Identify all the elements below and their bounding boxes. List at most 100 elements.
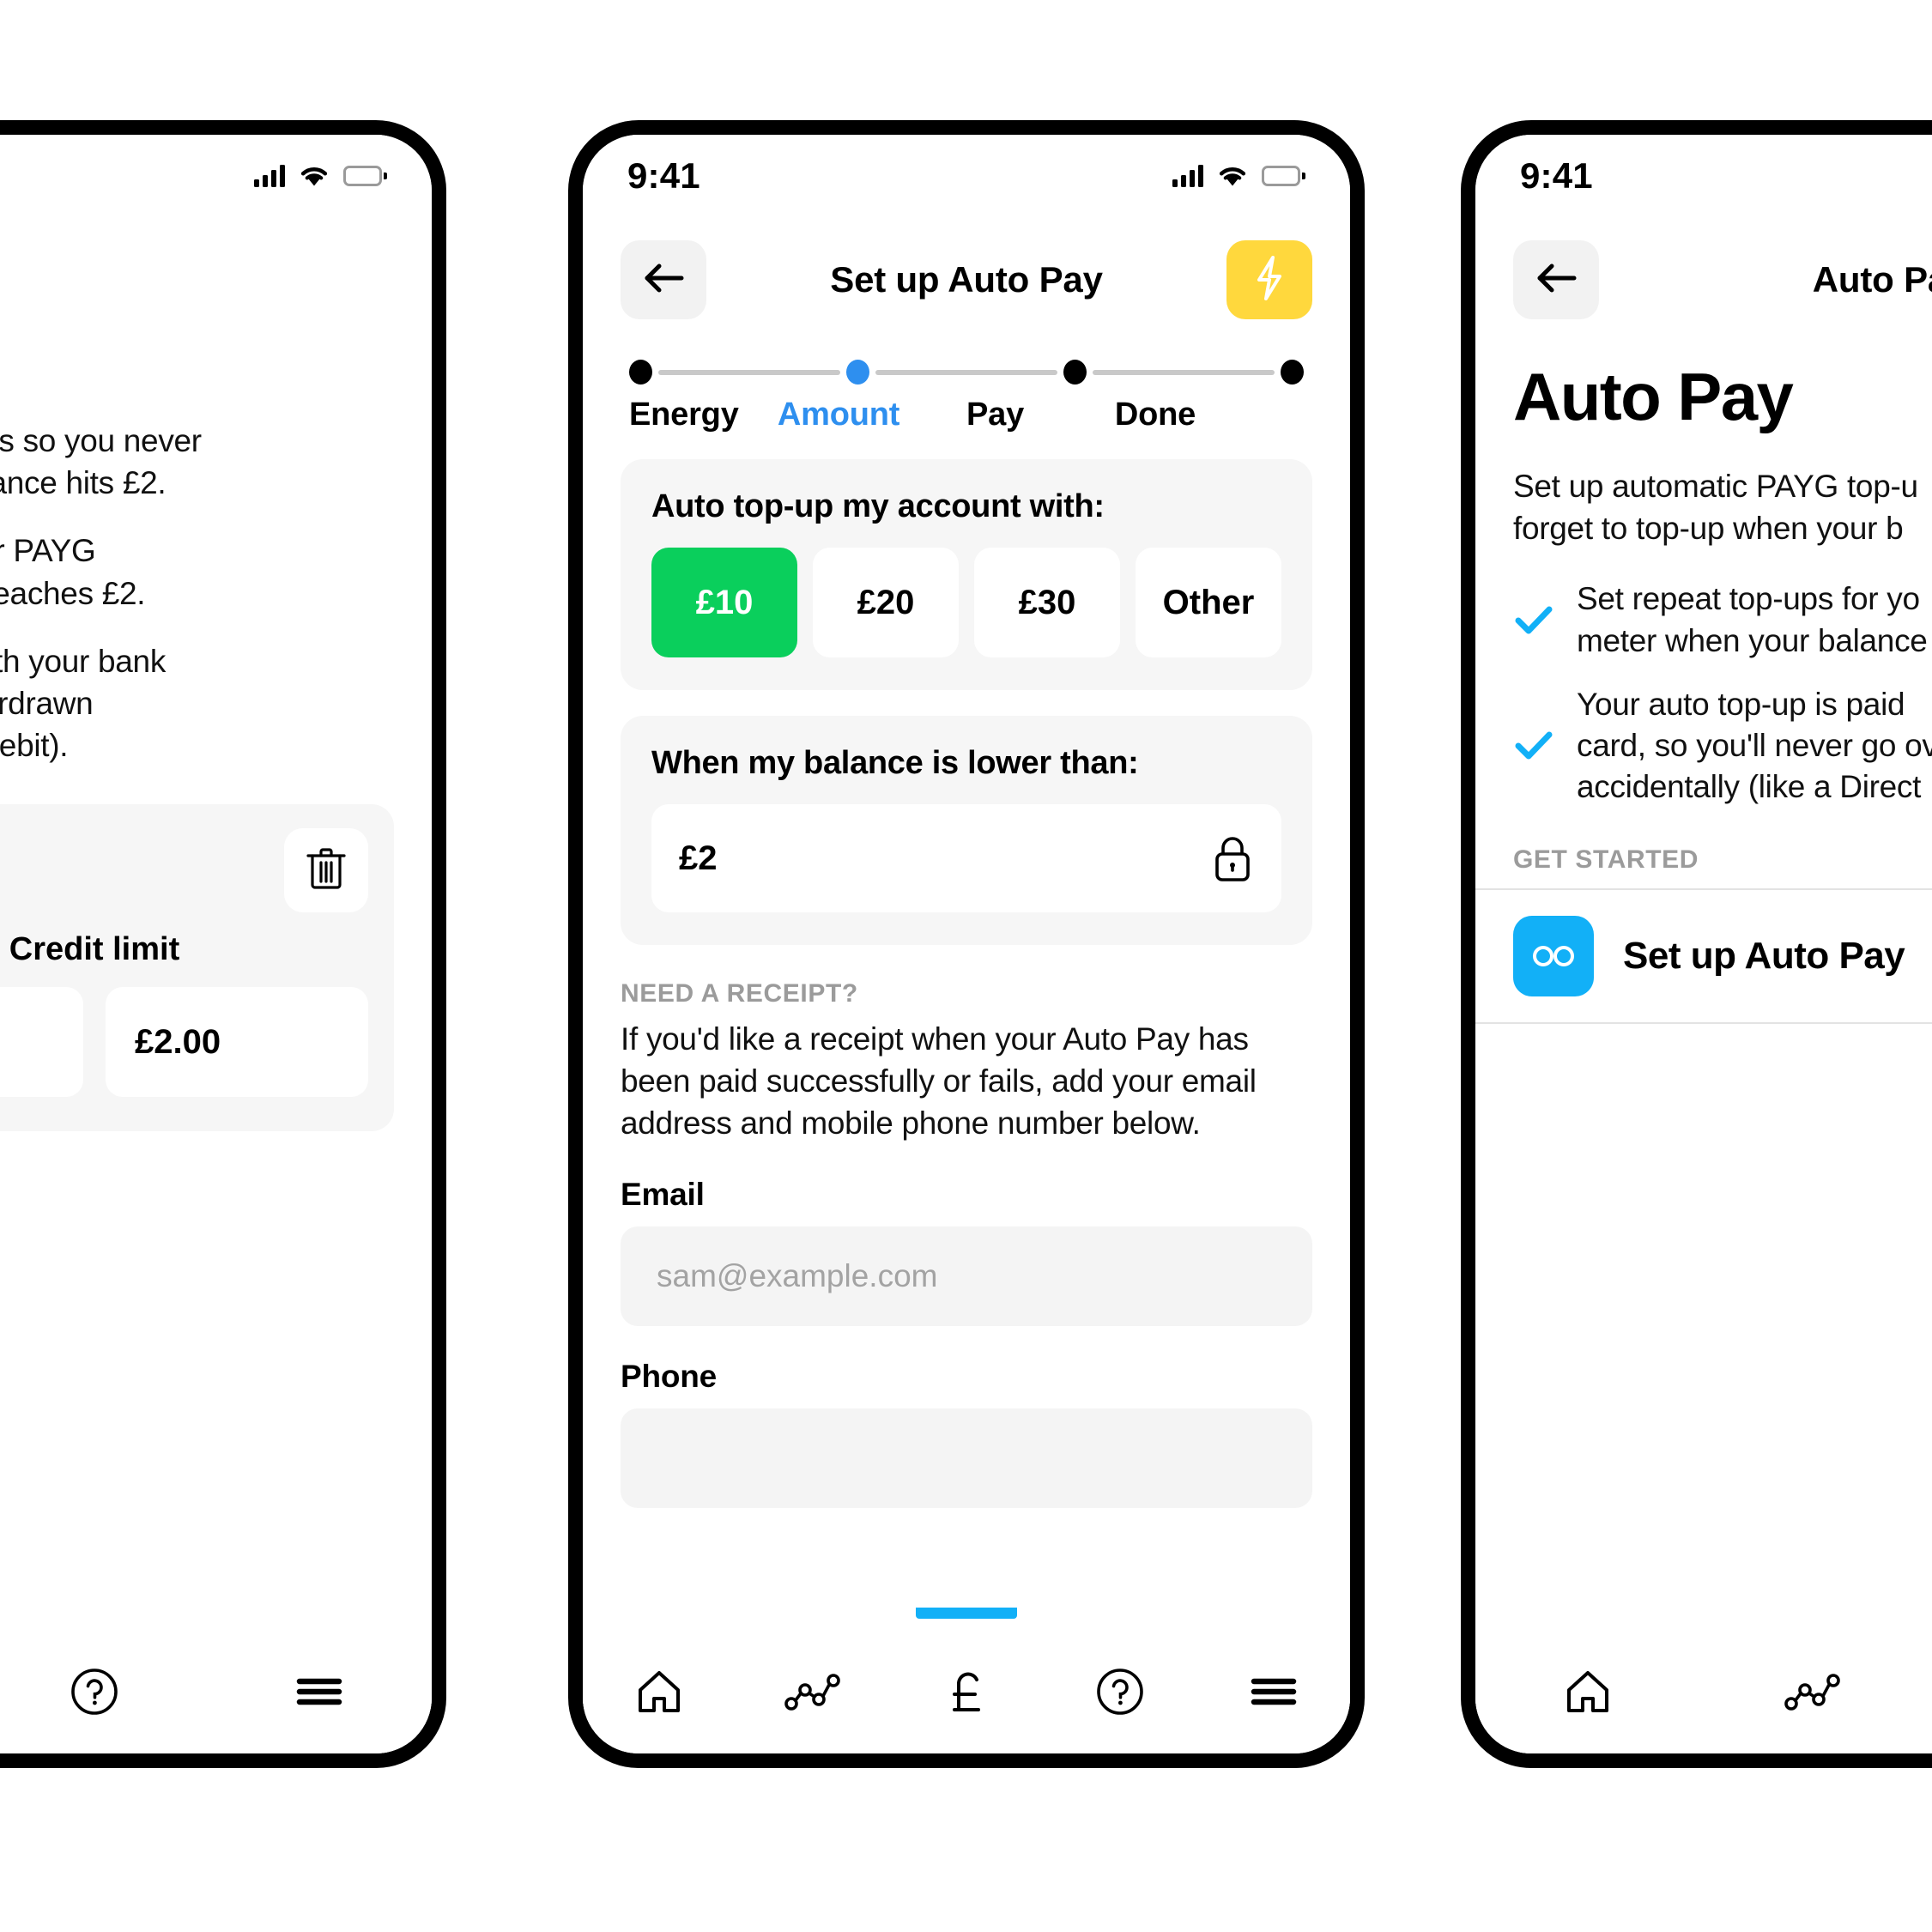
nav-item-usage[interactable] [736, 1608, 890, 1753]
nav-item-menu[interactable] [1196, 1608, 1350, 1753]
infinity-icon [1513, 915, 1594, 996]
email-label: Email [621, 1177, 705, 1213]
balance-threshold-input[interactable]: £2 [651, 804, 1281, 912]
step-bar-2 [875, 369, 1057, 375]
amount-option-20[interactable]: £20 [813, 548, 959, 657]
lightning-bolt-icon [1252, 254, 1287, 306]
credit-limit-fields: £2.00 [0, 987, 368, 1098]
step-label-pay: Pay [966, 397, 1024, 433]
phone-right: 9:41 Auto Pay Auto Pay Set up automatic … [1461, 120, 1932, 1768]
step-dot-pay[interactable] [1063, 360, 1087, 385]
phone-left-screen: 9:41 Auto Pay ? c PAYG top-ups so you ne… [0, 135, 432, 1753]
credit-limit-right-input[interactable]: £2.00 [106, 987, 368, 1098]
screen-heading: Auto Pay [1513, 359, 1794, 434]
bottom-nav [583, 1608, 1350, 1753]
signal-bars-icon [254, 165, 285, 187]
status-bar: 9:41 [1475, 135, 1932, 217]
status-time: 9:41 [627, 155, 700, 196]
stepper-labels: Energy Amount Pay Done [629, 397, 1304, 433]
trash-icon [305, 845, 348, 896]
email-input[interactable]: sam@example.com [621, 1226, 1312, 1327]
amount-option-other[interactable]: Other [1136, 548, 1281, 657]
appbar: Auto Pay [1475, 217, 1932, 329]
menu-icon [1250, 1675, 1298, 1709]
phone-middle-screen: 9:41 Set up Auto Pay Energy Amount Pay D… [583, 135, 1350, 1753]
lock-icon [1211, 833, 1254, 883]
credit-limit-card: Credit limit £2.00 [0, 804, 394, 1132]
step-dot-energy[interactable] [629, 360, 652, 385]
phone-right-screen: 9:41 Auto Pay Auto Pay Set up automatic … [1475, 135, 1932, 1753]
check-icon [1513, 730, 1554, 762]
arrow-left-icon [1533, 260, 1579, 300]
list-item-label: Set repeat top-ups for yo meter when you… [1577, 581, 1928, 658]
status-bar: 9:41 [583, 135, 1350, 217]
active-indicator [915, 1608, 1017, 1619]
amount-option-10[interactable]: £10 [651, 548, 797, 657]
wifi-icon [1218, 165, 1247, 187]
menu-icon [295, 1675, 343, 1709]
step-bar-3 [1093, 369, 1275, 375]
amount-options: £10 £20 £30 Other [651, 548, 1281, 657]
left-paragraph-1: c PAYG top-ups so you never when your ba… [0, 423, 202, 501]
credit-limit-label: Credit limit [9, 931, 180, 968]
credit-limit-left-input[interactable] [0, 987, 83, 1098]
receipt-eyebrow: NEED A RECEIPT? [621, 979, 858, 1008]
phone-input[interactable] [621, 1408, 1312, 1509]
receipt-body: If you'd like a receipt when your Auto P… [621, 1021, 1257, 1141]
help-circle-icon [70, 1667, 119, 1717]
home-icon [635, 1668, 683, 1716]
left-paragraph-2: op-ups for your PAYG your balance reache… [0, 533, 146, 611]
topup-amount-title: Auto top-up my account with: [651, 488, 1105, 524]
boost-button[interactable] [1226, 240, 1312, 319]
balance-threshold-value: £2 [679, 839, 718, 877]
back-button[interactable] [621, 240, 706, 319]
delete-button[interactable] [284, 828, 368, 913]
nav-item-home[interactable] [1475, 1608, 1700, 1753]
usage-chart-icon [784, 1672, 841, 1711]
home-icon [1564, 1668, 1612, 1716]
step-dot-amount[interactable] [846, 360, 869, 385]
nav-item-usage[interactable] [1700, 1608, 1925, 1753]
nav-item-home[interactable] [583, 1608, 736, 1753]
list-item: Set repeat top-ups for yo meter when you… [1513, 578, 1932, 661]
amount-option-30[interactable]: £30 [974, 548, 1120, 657]
battery-icon [1262, 166, 1305, 186]
screenshot-stage: 9:41 Auto Pay ? c PAYG top-ups so you ne… [0, 0, 1932, 1932]
nav-item-help[interactable] [1043, 1608, 1196, 1753]
step-label-energy: Energy [629, 397, 739, 433]
check-icon [1513, 604, 1554, 637]
get-started-eyebrow: GET STARTED [1513, 845, 1699, 874]
setup-stepper: Energy Amount Pay Done [583, 329, 1350, 433]
back-button[interactable] [1513, 240, 1599, 319]
set-up-auto-pay-row[interactable]: Set up Auto Pay [1475, 887, 1932, 1024]
phone-middle: 9:41 Set up Auto Pay Energy Amount Pay D… [568, 120, 1365, 1768]
status-icons [254, 165, 387, 187]
benefits-list: Set repeat top-ups for yo meter when you… [1475, 578, 1932, 807]
bottom-nav [0, 1608, 432, 1753]
nav-item-menu[interactable] [207, 1608, 432, 1753]
topup-amount-card: Auto top-up my account with: £10 £20 £30… [621, 459, 1312, 690]
set-up-auto-pay-label: Set up Auto Pay [1623, 934, 1905, 977]
balance-threshold-title: When my balance is lower than: [651, 745, 1139, 781]
nav-item-pay[interactable] [1925, 1608, 1932, 1753]
intro-paragraph: Set up automatic PAYG top-u forget to to… [1513, 469, 1918, 547]
appbar: Set up Auto Pay [583, 217, 1350, 329]
arrow-left-icon [640, 260, 687, 300]
bottom-nav [1475, 1608, 1932, 1753]
battery-icon [343, 166, 387, 186]
step-label-amount: Amount [777, 397, 900, 433]
receipt-section: NEED A RECEIPT? If you'd like a receipt … [583, 979, 1350, 1509]
wifi-icon [300, 165, 329, 187]
left-paragraph-3: p-up is paid with your bank ll never go … [0, 643, 167, 764]
nav-item-pay[interactable] [890, 1608, 1044, 1753]
list-item: Your auto top-up is paid card, so you'll… [1513, 684, 1932, 808]
step-label-done: Done [1114, 397, 1196, 433]
step-dot-done[interactable] [1281, 360, 1304, 385]
status-time: 9:41 [1520, 155, 1593, 196]
nav-item-help[interactable] [0, 1608, 207, 1753]
usage-chart-icon [1784, 1672, 1841, 1711]
stepper-track [629, 360, 1304, 385]
phone-left: 9:41 Auto Pay ? c PAYG top-ups so you ne… [0, 120, 446, 1768]
page-title: Auto Pay [0, 259, 432, 300]
balance-threshold-card: When my balance is lower than: £2 [621, 716, 1312, 945]
